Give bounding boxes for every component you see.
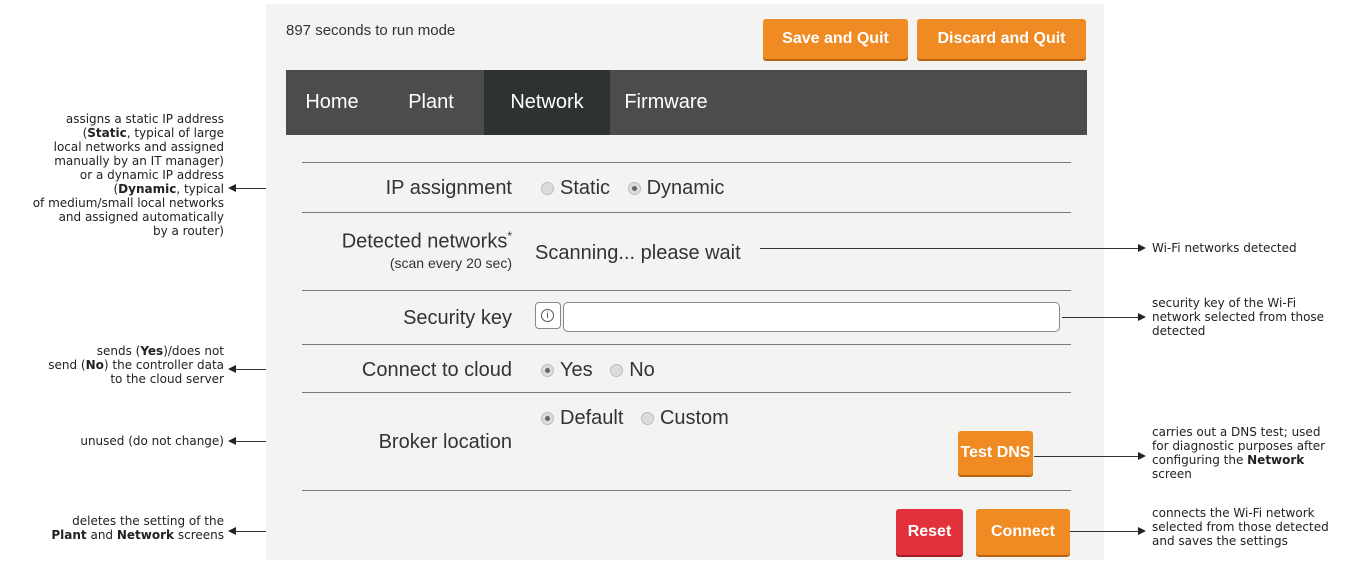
arrow-networks [1138, 244, 1146, 252]
countdown-text: 897 seconds to run mode [286, 22, 456, 39]
cloud-radios: Yes No [541, 359, 667, 382]
divider [302, 392, 1071, 393]
leader-key [1062, 317, 1138, 318]
annotation-ip-assignment: assigns a static IP address (Static, typi… [32, 112, 224, 238]
radio-no[interactable] [610, 364, 624, 378]
test-dns-button[interactable]: Test DNS [958, 431, 1033, 475]
divider [302, 290, 1071, 291]
scanning-status: Scanning... please wait [535, 242, 741, 264]
tab-plant[interactable]: Plant [378, 70, 484, 135]
discard-and-quit-button[interactable]: Discard and Quit [917, 19, 1086, 59]
annotation-connect: connects the Wi-Fi network selected from … [1152, 506, 1329, 548]
info-icon: i [541, 309, 554, 322]
connect-to-cloud-label: Connect to cloud [361, 359, 512, 381]
radio-dynamic-label: Dynamic [646, 177, 725, 200]
arrow-dns [1138, 452, 1146, 460]
tab-network[interactable]: Network [484, 70, 610, 135]
divider [302, 344, 1071, 345]
detected-networks-sublabel: (scan every 20 sec) [389, 255, 512, 271]
annotation-networks: Wi-Fi networks detected [1152, 241, 1297, 255]
reset-button[interactable]: Reset [896, 509, 963, 555]
arrow-key [1138, 313, 1146, 321]
radio-custom[interactable] [640, 412, 654, 426]
annotation-key: security key of the Wi-Fi network selecte… [1152, 296, 1325, 338]
tab-firmware[interactable]: Firmware [610, 70, 722, 135]
connect-button[interactable]: Connect [976, 509, 1070, 555]
annotation-dns: carries out a DNS test; used for diagnost… [1152, 425, 1326, 481]
network-settings-panel: 897 seconds to run mode Save and Quit Di… [266, 4, 1104, 560]
radio-no-label: No [629, 359, 655, 382]
radio-custom-label: Custom [659, 407, 729, 430]
tab-home[interactable]: Home [286, 70, 378, 135]
broker-location-label: Broker location [378, 431, 512, 453]
radio-static-label: Static [560, 177, 611, 200]
key-info-button[interactable]: i [535, 302, 561, 329]
radio-yes-label: Yes [560, 359, 593, 382]
ip-assignment-label: IP assignment [385, 177, 512, 199]
nav-bar: Home Plant Network Firmware [286, 70, 1087, 135]
radio-static[interactable] [541, 182, 554, 196]
ip-assignment-radios: Static Dynamic [541, 177, 736, 200]
leader-connect [1070, 531, 1138, 532]
leader-dns [1034, 456, 1138, 457]
annotation-broker: unused (do not change) [80, 434, 224, 448]
detected-networks-text: Detected networks [341, 230, 508, 253]
radio-default[interactable] [541, 412, 554, 426]
annotation-reset: deletes the setting of the Plant and Netw… [51, 514, 224, 542]
divider [302, 162, 1071, 163]
security-key-input[interactable] [563, 302, 1060, 332]
divider [302, 490, 1071, 491]
security-key-label: Security key [403, 307, 512, 329]
asterisk: * [507, 229, 512, 243]
detected-networks-label: Detected networks* [342, 229, 512, 254]
radio-default-label: Default [560, 407, 624, 430]
save-and-quit-button[interactable]: Save and Quit [763, 19, 908, 59]
annotation-cloud: sends (Yes)/does not send (No) the contro… [48, 344, 224, 386]
arrow-connect [1138, 527, 1146, 535]
radio-dynamic[interactable] [627, 182, 641, 196]
divider [302, 212, 1071, 213]
broker-radios: Default Custom [541, 407, 741, 430]
radio-yes[interactable] [541, 364, 554, 378]
leader-networks [760, 248, 1138, 249]
